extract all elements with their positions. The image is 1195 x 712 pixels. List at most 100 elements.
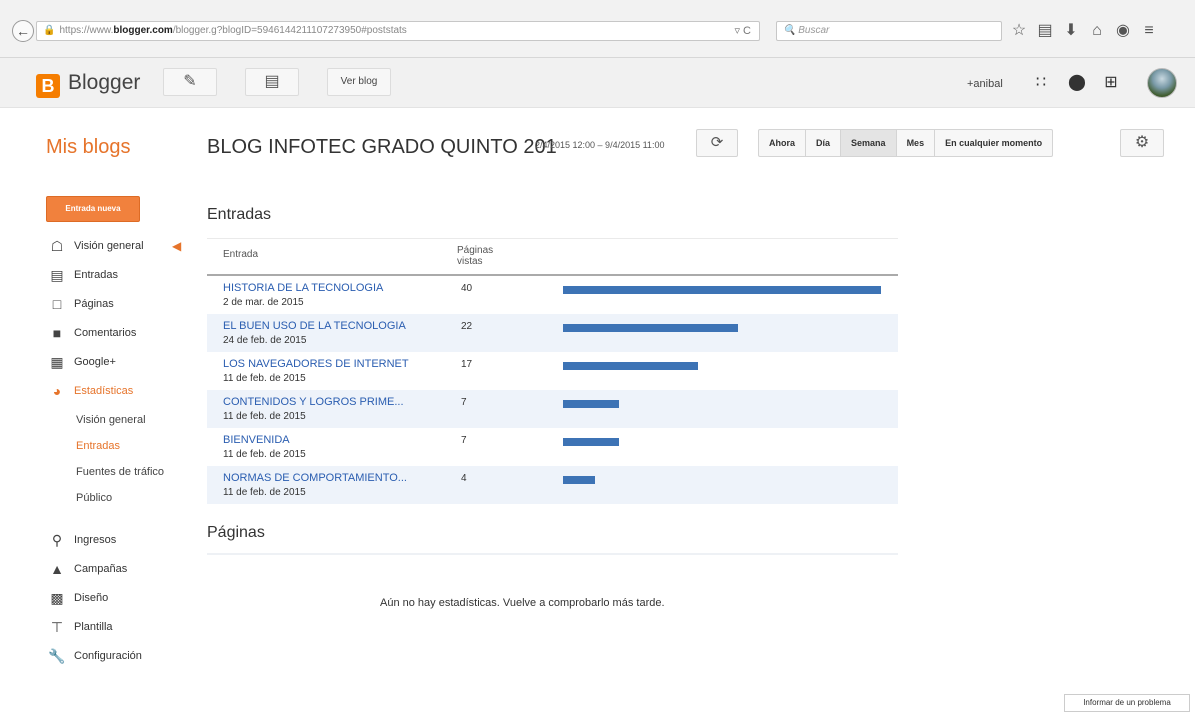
sidebar-item-comments[interactable]: ■ Comentarios [46, 323, 196, 352]
sidebar-item-stats[interactable]: ◕ Estadísticas [46, 381, 196, 410]
sidebar: ☖ Visión general ◀ ▤ Entradas □ Páginas … [46, 236, 196, 675]
period-month-button[interactable]: Mes [897, 130, 936, 156]
bookmark-star-icon[interactable]: ☆ [1010, 20, 1028, 42]
posts-list-button[interactable]: ▤ [245, 68, 299, 96]
period-anytime-button[interactable]: En cualquier momento [935, 130, 1052, 156]
entries-section-title: Entradas [207, 206, 272, 223]
refresh-button[interactable]: ⟳ [696, 129, 738, 157]
table-row: NORMAS DE COMPORTAMIENTO... 11 de feb. d… [207, 466, 898, 504]
page-icon: □ [52, 296, 62, 312]
period-week-button[interactable]: Semana [841, 130, 897, 156]
sidebar-item-google-plus[interactable]: ▦ Google+ [46, 352, 196, 381]
entry-title-link[interactable]: HISTORIA DE LA TECNOLOGIA [223, 282, 383, 294]
reload-icon[interactable]: ▿ C [734, 22, 751, 40]
table-row: EL BUEN USO DE LA TECNOLOGIA 24 de feb. … [207, 314, 898, 352]
sidebar-subitem-audience[interactable]: Público [46, 488, 196, 514]
entry-title-link[interactable]: BIENVENIDA [223, 434, 290, 446]
sidebar-item-label: Diseño [74, 592, 109, 604]
megaphone-icon: ◀ [172, 239, 182, 253]
gear-icon: ⚙ [1134, 134, 1150, 151]
brand-name[interactable]: Blogger [68, 71, 140, 95]
url-path: /blogger.g?blogID=5946144211107273950#po… [172, 25, 407, 36]
wrench-icon: 🔧 [48, 648, 66, 664]
report-problem-button[interactable]: Informar de un problema [1064, 694, 1190, 712]
layout-icon: ▩ [50, 590, 64, 606]
url-host: blogger.com [113, 25, 173, 36]
sidebar-subitem-traffic[interactable]: Fuentes de tráfico [46, 462, 196, 488]
column-header-entry: Entrada [223, 249, 259, 260]
period-now-button[interactable]: Ahora [759, 130, 807, 156]
campaign-icon: ▲ [50, 561, 64, 577]
sidebar-item-label: Páginas [74, 298, 114, 310]
blog-title[interactable]: BLOG INFOTEC GRADO QUINTO 201 [207, 136, 557, 159]
user-name[interactable]: +anibal [967, 78, 1003, 90]
back-button[interactable]: ← [12, 20, 34, 42]
sidebar-item-label: Plantilla [74, 621, 113, 633]
sidebar-item-overview[interactable]: ☖ Visión general ◀ [46, 236, 196, 265]
entry-date: 2 de mar. de 2015 [223, 297, 304, 308]
entry-date: 24 de feb. de 2015 [223, 335, 307, 346]
menu-icon[interactable]: ≡ [1140, 20, 1158, 42]
refresh-icon: ⟳ [710, 134, 724, 151]
table-row: BIENVENIDA 11 de feb. de 2015 7 [207, 428, 898, 466]
browser-tools: ☆ ▤ ⬇ ⌂ ◉ ≡ [1010, 20, 1158, 42]
views-bar [563, 438, 619, 446]
new-post-pencil-button[interactable]: ✎ [163, 68, 217, 96]
my-blogs-link[interactable]: Mis blogs [46, 136, 130, 159]
entry-views: 7 [461, 397, 467, 408]
period-selector: Ahora Día Semana Mes En cualquier moment… [758, 129, 1054, 157]
browser-search-input[interactable]: 🔍 Buscar [776, 21, 1002, 41]
sidebar-subitem-overview[interactable]: Visión general [46, 410, 196, 436]
lock-icon: 🔒 [43, 25, 56, 36]
entry-views: 4 [461, 473, 467, 484]
entry-title-link[interactable]: CONTENIDOS Y LOGROS PRIME... [223, 396, 404, 408]
views-bar [563, 476, 595, 484]
blogger-logo-icon[interactable]: B [36, 74, 60, 98]
sidebar-item-campaigns[interactable]: ▲ Campañas [46, 559, 196, 588]
share-plus-icon[interactable]: ⊞ [1100, 72, 1122, 94]
entry-views: 7 [461, 435, 467, 446]
entry-date: 11 de feb. de 2015 [223, 449, 306, 460]
sidebar-item-template[interactable]: ⊤ Plantilla [46, 617, 196, 646]
apps-grid-icon[interactable]: ∷ [1030, 72, 1052, 94]
settings-button[interactable]: ⚙ [1120, 129, 1164, 157]
entries-table: Entrada Páginas vistas HISTORIA DE LA TE… [207, 238, 898, 504]
entry-title-link[interactable]: NORMAS DE COMPORTAMIENTO... [223, 472, 407, 484]
entry-date: 11 de feb. de 2015 [223, 373, 306, 384]
period-day-button[interactable]: Día [806, 130, 842, 156]
posts-icon: ▤ [50, 267, 64, 283]
sidebar-item-label: Estadísticas [74, 385, 134, 397]
notifications-icon[interactable]: ⬤ [1066, 72, 1088, 94]
comment-icon: ■ [52, 325, 62, 341]
address-bar[interactable]: 🔒 https://www.blogger.com/blogger.g?blogI… [36, 21, 760, 41]
sidebar-item-earnings[interactable]: ⚲ Ingresos [46, 530, 196, 559]
sidebar-subitem-posts[interactable]: Entradas [46, 436, 196, 462]
home-icon[interactable]: ⌂ [1088, 20, 1106, 42]
chat-icon[interactable]: ◉ [1114, 20, 1132, 42]
reading-list-icon[interactable]: ▤ [1036, 20, 1054, 42]
url-prefix: https://www. [59, 25, 114, 36]
table-header: Entrada Páginas vistas [207, 238, 898, 276]
sidebar-item-settings[interactable]: 🔧 Configuración [46, 646, 196, 675]
sidebar-item-label: Ingresos [74, 534, 117, 546]
column-header-views: Páginas vistas [457, 245, 494, 267]
view-blog-button[interactable]: Ver blog [327, 68, 391, 96]
posts-icon: ▤ [264, 73, 280, 90]
sidebar-item-layout[interactable]: ▩ Diseño [46, 588, 196, 617]
avatar[interactable] [1147, 68, 1177, 98]
entry-title-link[interactable]: LOS NAVEGADORES DE INTERNET [223, 358, 409, 370]
sidebar-item-label: Configuración [74, 650, 142, 662]
download-icon[interactable]: ⬇ [1062, 20, 1080, 42]
sidebar-item-label: Entradas [74, 269, 119, 281]
entry-title-link[interactable]: EL BUEN USO DE LA TECNOLOGIA [223, 320, 406, 332]
table-row: LOS NAVEGADORES DE INTERNET 11 de feb. d… [207, 352, 898, 390]
sidebar-item-posts[interactable]: ▤ Entradas [46, 265, 196, 294]
table-body: HISTORIA DE LA TECNOLOGIA 2 de mar. de 2… [207, 276, 898, 504]
sidebar-item-pages[interactable]: □ Páginas [46, 294, 196, 323]
new-post-button[interactable]: Entrada nueva [46, 196, 140, 222]
entry-date: 11 de feb. de 2015 [223, 411, 306, 422]
browser-toolbar: ← 🔒 https://www.blogger.com/blogger.g?blo… [0, 0, 1195, 58]
sidebar-item-label: Google+ [74, 356, 116, 368]
sidebar-item-label: Campañas [74, 563, 128, 575]
